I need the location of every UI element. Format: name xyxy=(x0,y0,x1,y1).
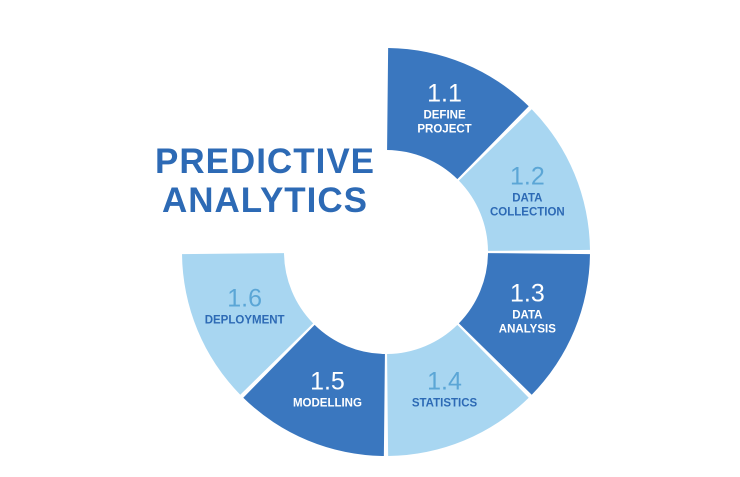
segment-label: PROJECT xyxy=(417,124,471,136)
segment-label: COLLECTION xyxy=(490,206,565,218)
segment-label: DATA xyxy=(512,310,542,322)
cycle-ring: 1.1 DEFINE PROJECT 1.2 DATA COLLECTION 1.3 DATA… xyxy=(182,48,590,456)
segment-number: 1.5 xyxy=(310,367,345,395)
segment-label: DEPLOYMENT xyxy=(205,315,285,327)
segment-label: STATISTICS xyxy=(412,397,478,409)
segment-number: 1.2 xyxy=(510,162,545,190)
segment-number: 1.4 xyxy=(427,367,462,395)
title-line-1: PREDICTIVE xyxy=(154,142,376,181)
segment-label: ANALYSIS xyxy=(499,324,556,336)
title-line-2: ANALYTICS xyxy=(161,181,369,220)
predictive-analytics-diagram: 1.1 DEFINE PROJECT 1.2 DATA COLLECTION 1.3 DATA… xyxy=(0,0,740,477)
segment-number: 1.3 xyxy=(510,280,545,308)
segment-label: DATA xyxy=(512,192,542,204)
segment-number: 1.1 xyxy=(427,80,462,108)
segment-number: 1.6 xyxy=(227,285,262,313)
segment-label: DEFINE xyxy=(423,110,466,122)
diagram-title: PREDICTIVE ANALYTICS xyxy=(120,142,410,220)
segment-label: MODELLING xyxy=(293,397,362,409)
